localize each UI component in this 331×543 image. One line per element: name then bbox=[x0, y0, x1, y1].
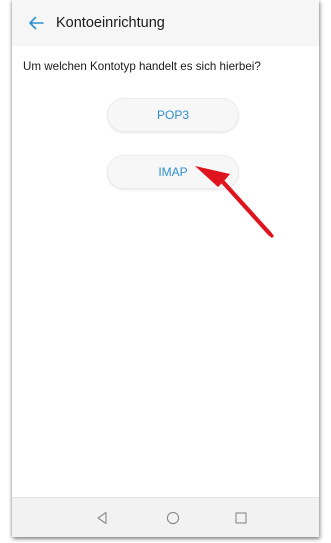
triangle-back-icon bbox=[97, 511, 107, 525]
imap-button[interactable]: IMAP bbox=[107, 155, 239, 189]
red-pointer-arrow bbox=[195, 166, 274, 238]
app-bar: Kontoeinrichtung bbox=[12, 0, 319, 46]
pop3-button[interactable]: POP3 bbox=[107, 98, 239, 132]
nav-recents-button[interactable] bbox=[221, 498, 261, 537]
system-nav-bar bbox=[12, 497, 319, 537]
account-type-question: Um welchen Kontotyp handelt es sich hier… bbox=[23, 60, 261, 73]
nav-back-button[interactable] bbox=[82, 498, 122, 537]
back-button[interactable] bbox=[18, 0, 54, 46]
circle-home-icon bbox=[166, 511, 180, 525]
phone-screen: Kontoeinrichtung Um welchen Kontotyp han… bbox=[12, 0, 319, 537]
square-recents-icon bbox=[235, 512, 247, 524]
page-title: Kontoeinrichtung bbox=[56, 15, 165, 31]
back-arrow-icon bbox=[29, 16, 44, 30]
arrow-shaft bbox=[221, 180, 274, 238]
nav-home-button[interactable] bbox=[153, 498, 193, 537]
